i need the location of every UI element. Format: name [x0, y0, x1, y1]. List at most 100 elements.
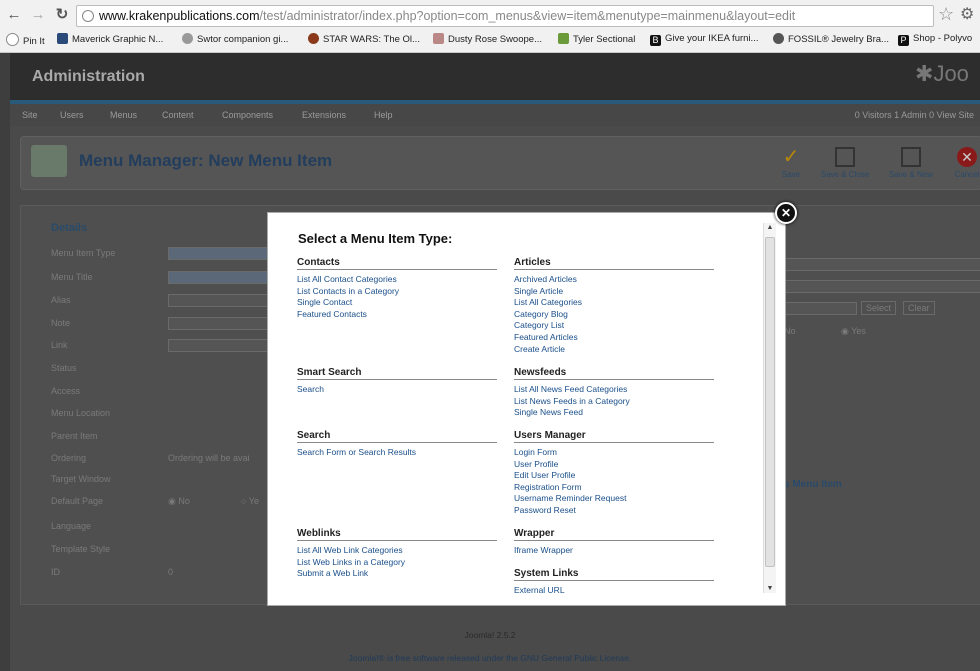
menu-type-link[interactable]: Single Contact — [297, 297, 497, 309]
menu-type-link[interactable]: Create Article — [514, 344, 714, 356]
note-field[interactable] — [168, 317, 270, 330]
check-icon: ✓ — [782, 146, 800, 168]
bookmark-item[interactable]: P Shop - Polyvo — [898, 33, 972, 46]
menu-site[interactable]: Site — [22, 110, 38, 120]
group-title: Newsfeeds — [514, 367, 714, 380]
wrench-icon[interactable]: ⚙ — [960, 4, 974, 24]
bookmark-item[interactable]: Tyler Sectional — [558, 33, 635, 45]
field-label: Alias — [51, 295, 71, 305]
toolbar-area: Menu Manager: New Menu Item ✓ Save Save &… — [20, 136, 980, 190]
articles-group: Articles Archived Articles Single Articl… — [514, 257, 714, 355]
right-field[interactable] — [783, 280, 980, 293]
group-links: List All Contact Categories List Contact… — [297, 274, 497, 320]
footer-text: Joomla!® is free software released under… — [348, 653, 632, 663]
modal-scrollbar[interactable]: ▲ ▼ — [763, 223, 776, 593]
save-button[interactable]: ✓ Save — [763, 147, 819, 179]
menu-type-link[interactable]: Iframe Wrapper — [514, 545, 714, 557]
reload-icon[interactable]: ↻ — [52, 5, 72, 25]
menu-type-link[interactable]: List Web Links in a Category — [297, 557, 497, 569]
bookmark-item[interactable]: Swtor companion gi... — [182, 33, 288, 45]
bookmark-item[interactable]: FOSSIL® Jewelry Bra... — [773, 33, 889, 45]
link-field[interactable] — [168, 339, 270, 352]
right-field[interactable] — [783, 302, 857, 315]
menu-item-type-field[interactable] — [168, 247, 270, 260]
bookmark-star-icon[interactable]: ☆ — [938, 4, 954, 25]
page-margin — [0, 53, 10, 671]
alias-field[interactable] — [168, 294, 270, 307]
menu-type-link[interactable]: Featured Articles — [514, 332, 714, 344]
menu-type-link[interactable]: Search Form or Search Results — [297, 447, 497, 459]
cancel-icon: ✕ — [957, 147, 977, 167]
modal-title: Select a Menu Item Type: — [298, 231, 453, 246]
bookmark-item[interactable]: Dusty Rose Swoope... — [433, 33, 542, 45]
select-button[interactable]: Select — [861, 301, 897, 315]
menu-type-link[interactable]: List All Categories — [514, 297, 714, 309]
b-icon: B — [650, 35, 661, 46]
menu-type-link[interactable]: Archived Articles — [514, 274, 714, 286]
menu-extensions[interactable]: Extensions — [302, 110, 346, 120]
group-links: Search Form or Search Results — [297, 447, 497, 459]
bookmark-item[interactable]: Pin It — [6, 33, 45, 47]
group-links: Iframe Wrapper — [514, 545, 714, 557]
menu-help[interactable]: Help — [374, 110, 393, 120]
browser-chrome: ← → ↻ www.krakenpublications.com/test/ad… — [0, 0, 980, 53]
right-yes[interactable]: ◉ Yes — [841, 326, 866, 337]
scroll-thumb[interactable] — [765, 237, 775, 567]
pin-icon — [6, 33, 19, 46]
menu-type-link[interactable]: Password Reset — [514, 505, 714, 517]
menu-type-link[interactable]: Registration Form — [514, 482, 714, 494]
menu-content[interactable]: Content — [162, 110, 194, 120]
bookmark-item[interactable]: B Give your IKEA furni... — [650, 33, 758, 46]
menu-type-link[interactable]: Single Article — [514, 286, 714, 298]
url-bar[interactable]: www.krakenpublications.com/test/administ… — [76, 5, 934, 27]
menu-users[interactable]: Users — [60, 110, 84, 120]
menu-type-link[interactable]: User Profile — [514, 459, 714, 471]
admin-menu: Site Users Menus Content Components Exte… — [10, 104, 980, 126]
bookmark-item[interactable]: Maverick Graphic N... — [57, 33, 163, 45]
field-label: Access — [51, 386, 81, 396]
scroll-down-icon[interactable]: ▼ — [764, 585, 776, 592]
field-label: Note — [51, 318, 71, 328]
menu-type-link[interactable]: List Contacts in a Category — [297, 286, 497, 298]
group-title: Weblinks — [297, 528, 497, 541]
menu-type-link[interactable]: List News Feeds in a Category — [514, 396, 714, 408]
cancel-button[interactable]: ✕ Cancel — [939, 147, 980, 179]
menu-title-field[interactable] — [168, 271, 270, 284]
default-no[interactable]: ◉ No — [168, 496, 190, 507]
group-links: Search — [297, 384, 497, 396]
scroll-up-icon[interactable]: ▲ — [764, 224, 776, 231]
field-label: Template Style — [51, 544, 111, 554]
menu-type-link[interactable]: List All Web Link Categories — [297, 545, 497, 557]
menu-type-link[interactable]: List All Contact Categories — [297, 274, 497, 286]
menu-type-link[interactable]: Username Reminder Request — [514, 493, 714, 505]
menu-type-link[interactable]: List All News Feed Categories — [514, 384, 714, 396]
menu-type-link[interactable]: External URL — [514, 585, 714, 597]
field-label: Ordering — [51, 453, 87, 463]
menu-type-link[interactable]: Category List — [514, 320, 714, 332]
menu-type-link[interactable]: Submit a Web Link — [297, 568, 497, 580]
search-group: Search Search Form or Search Results — [297, 430, 497, 459]
clear-button[interactable]: Clear — [903, 301, 935, 315]
menu-menus[interactable]: Menus — [110, 110, 137, 120]
footer: Joomla! 2.5.2 Joomla!® is free software … — [0, 630, 980, 663]
menu-type-link[interactable]: Category Blog — [514, 309, 714, 321]
bookmark-item[interactable]: STAR WARS: The Ol... — [308, 33, 420, 45]
field-label: ID — [51, 567, 60, 577]
close-modal-button[interactable]: ✕ — [775, 202, 797, 224]
back-icon[interactable]: ← — [4, 5, 24, 25]
menu-type-link[interactable]: Featured Contacts — [297, 309, 497, 321]
save-close-button[interactable]: Save & Close — [817, 147, 873, 179]
menu-components[interactable]: Components — [222, 110, 273, 120]
default-yes[interactable]: ○ Ye — [241, 496, 259, 506]
page-title: Menu Manager: New Menu Item — [79, 151, 333, 170]
menu-type-link[interactable]: Search — [297, 384, 497, 396]
menu-type-link[interactable]: Login Form — [514, 447, 714, 459]
save-new-button[interactable]: Save & New — [883, 147, 939, 179]
site-icon — [433, 33, 444, 44]
disk-plus-icon — [901, 147, 921, 167]
right-field[interactable] — [783, 258, 980, 271]
system-links-group: System Links External URL — [514, 568, 714, 597]
menu-type-link[interactable]: Edit User Profile — [514, 470, 714, 482]
forward-icon[interactable]: → — [28, 5, 48, 25]
menu-type-link[interactable]: Single News Feed — [514, 407, 714, 419]
